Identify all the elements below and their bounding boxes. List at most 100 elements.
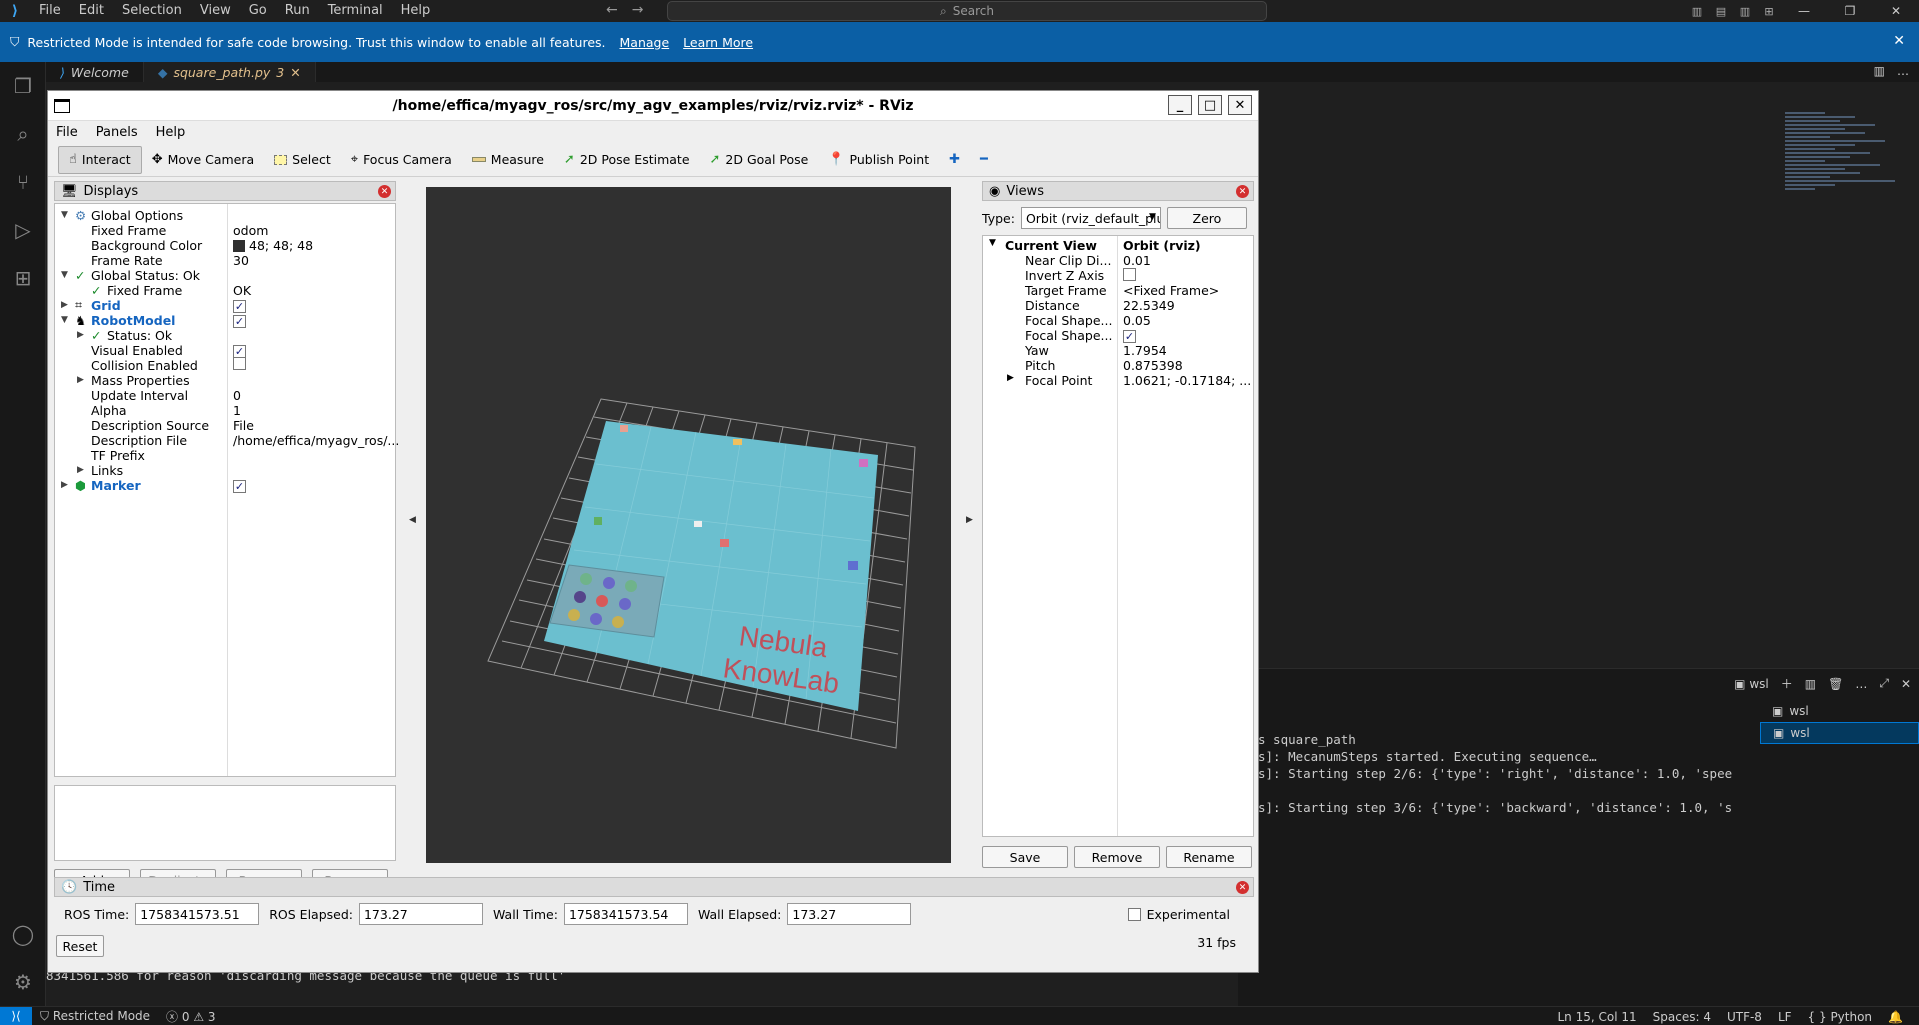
- minimap[interactable]: [1785, 110, 1905, 350]
- ros-elapsed-field[interactable]: 173.27: [358, 903, 483, 925]
- collapse-arrow-icon[interactable]: ▼: [989, 238, 996, 248]
- tree-row-marker[interactable]: ▶ ⬢ Marker ✓: [55, 476, 395, 494]
- encoding[interactable]: UTF-8: [1719, 1010, 1770, 1024]
- add-tool-button[interactable]: ✚: [939, 146, 970, 174]
- toggle-panel-icon[interactable]: ▤: [1709, 5, 1733, 18]
- rviz-titlebar[interactable]: /home/effica/myagv_ros/src/my_agv_exampl…: [48, 91, 1258, 121]
- tree-row-target-frame[interactable]: Target Frame <Fixed Frame>: [983, 283, 1253, 298]
- tree-row-pitch[interactable]: Pitch 0.875398: [983, 358, 1253, 373]
- tree-value[interactable]: 1.7954: [1123, 343, 1167, 358]
- search-icon[interactable]: ⌕: [0, 110, 46, 158]
- expand-arrow-icon[interactable]: ▶: [1007, 373, 1014, 383]
- tree-value[interactable]: 0.01: [1123, 253, 1151, 268]
- collapse-left-panel-icon[interactable]: ◀: [409, 515, 416, 525]
- forward-arrow-icon[interactable]: →: [632, 2, 644, 18]
- rviz-menu-help[interactable]: Help: [156, 125, 186, 140]
- source-control-icon[interactable]: ⑂: [0, 158, 46, 206]
- wall-elapsed-field[interactable]: 173.27: [787, 903, 912, 925]
- remove-tool-button[interactable]: ━: [970, 146, 998, 174]
- notifications-icon[interactable]: 🔔: [1880, 1010, 1911, 1024]
- close-icon[interactable]: ✕: [1228, 95, 1252, 115]
- minimize-icon[interactable]: _: [1168, 95, 1192, 115]
- terminal-session[interactable]: ▣ wsl: [1760, 722, 1919, 744]
- terminal-tab[interactable]: ▣ wsl: [1734, 677, 1769, 691]
- menu-help[interactable]: Help: [392, 0, 440, 22]
- tree-value[interactable]: 0.875398: [1123, 358, 1183, 373]
- cursor-position[interactable]: Ln 15, Col 11: [1549, 1010, 1644, 1024]
- expand-arrow-icon[interactable]: ▶: [77, 330, 84, 340]
- remove-view-button[interactable]: Remove: [1074, 846, 1160, 868]
- toggle-primary-sidebar-icon[interactable]: ▥: [1685, 5, 1709, 18]
- maximize-panel-icon[interactable]: ⤢: [1879, 676, 1889, 691]
- tool-move-camera[interactable]: ✥ Move Camera: [142, 146, 264, 174]
- close-icon[interactable]: ✕: [378, 185, 391, 198]
- indentation[interactable]: Spaces: 4: [1645, 1010, 1719, 1024]
- maximize-icon[interactable]: □: [1198, 95, 1222, 115]
- collapse-right-panel-icon[interactable]: ▶: [966, 515, 973, 525]
- more-actions-icon[interactable]: …: [1855, 677, 1867, 691]
- ros-time-field[interactable]: 1758341573.51: [135, 903, 260, 925]
- tree-value[interactable]: 1.0621; -0.17184; ...: [1123, 373, 1251, 388]
- menu-edit[interactable]: Edit: [70, 0, 113, 22]
- experimental-checkbox[interactable]: [1127, 908, 1141, 921]
- expand-arrow-icon[interactable]: ▶: [61, 300, 68, 310]
- tab-welcome[interactable]: ⟩ Welcome: [46, 62, 144, 82]
- invert-z-checkbox[interactable]: [1123, 268, 1136, 284]
- tool-publish-point[interactable]: 📍 Publish Point: [818, 146, 939, 174]
- tree-row-focal-shape-fixed[interactable]: Focal Shape... ✓: [983, 328, 1253, 343]
- menu-terminal[interactable]: Terminal: [319, 0, 392, 22]
- experimental-toggle[interactable]: Experimental: [1127, 907, 1230, 922]
- problems-status[interactable]: ⓧ 0 ⚠ 3: [158, 1008, 224, 1025]
- tree-row-invert-z[interactable]: Invert Z Axis: [983, 268, 1253, 283]
- close-icon[interactable]: ✕: [1236, 185, 1249, 198]
- new-terminal-icon[interactable]: ＋: [1781, 675, 1793, 692]
- rviz-menu-file[interactable]: File: [56, 125, 78, 140]
- tool-2d-pose-estimate[interactable]: ➚ 2D Pose Estimate: [554, 146, 700, 174]
- tree-row-near-clip[interactable]: Near Clip Di... 0.01: [983, 253, 1253, 268]
- menu-file[interactable]: File: [30, 0, 70, 22]
- run-debug-icon[interactable]: ▷: [0, 206, 46, 254]
- expand-arrow-icon[interactable]: ▶: [61, 480, 68, 490]
- tool-2d-goal-pose[interactable]: ➚ 2D Goal Pose: [700, 146, 819, 174]
- tree-row-focal-point[interactable]: ▶ Focal Point 1.0621; -0.17184; ...: [983, 373, 1253, 388]
- menu-run[interactable]: Run: [276, 0, 319, 22]
- kill-terminal-icon[interactable]: 🗑: [1828, 677, 1843, 691]
- remote-indicator-icon[interactable]: ⟩⟨: [0, 1006, 32, 1025]
- tree-value[interactable]: 0.05: [1123, 313, 1151, 328]
- close-icon[interactable]: ✕: [1893, 33, 1905, 49]
- collapse-arrow-icon[interactable]: ▼: [61, 210, 68, 220]
- save-view-button[interactable]: Save: [982, 846, 1068, 868]
- tree-row-yaw[interactable]: Yaw 1.7954: [983, 343, 1253, 358]
- tree-value[interactable]: 22.5349: [1123, 298, 1175, 313]
- command-center-search[interactable]: ⌕ Search: [667, 1, 1267, 21]
- more-actions-icon[interactable]: …: [1897, 64, 1909, 78]
- close-icon[interactable]: ✕: [1901, 677, 1911, 691]
- account-icon[interactable]: ◯: [0, 910, 46, 958]
- close-icon[interactable]: ✕: [290, 65, 300, 80]
- menu-go[interactable]: Go: [240, 0, 276, 22]
- focal-shape-checkbox[interactable]: ✓: [1123, 328, 1136, 343]
- collapse-arrow-icon[interactable]: ▼: [61, 315, 68, 325]
- enable-checkbox[interactable]: ✓: [233, 478, 246, 493]
- close-window-icon[interactable]: ✕: [1873, 4, 1919, 18]
- restore-icon[interactable]: ❐: [1827, 4, 1873, 18]
- tree-row-focal-shape-size[interactable]: Focal Shape... 0.05: [983, 313, 1253, 328]
- split-editor-icon[interactable]: ▥: [1874, 64, 1885, 78]
- tool-focus-camera[interactable]: ⌖ Focus Camera: [341, 146, 462, 174]
- collapse-arrow-icon[interactable]: ▼: [61, 270, 68, 280]
- 3d-viewport[interactable]: Nebula KnowLab: [426, 187, 951, 863]
- customize-layout-icon[interactable]: ⊞: [1757, 5, 1781, 18]
- tab-square-path[interactable]: ◆ square_path.py 3 ✕: [143, 62, 316, 82]
- tool-measure[interactable]: Measure: [462, 146, 554, 174]
- expand-arrow-icon[interactable]: ▶: [77, 375, 84, 385]
- tree-row-distance[interactable]: Distance 22.5349: [983, 298, 1253, 313]
- manage-link[interactable]: Manage: [620, 35, 670, 50]
- split-terminal-icon[interactable]: ▥: [1805, 677, 1816, 691]
- menu-view[interactable]: View: [191, 0, 240, 22]
- minimize-icon[interactable]: —: [1781, 4, 1827, 18]
- tree-row-current-view[interactable]: ▼ Current View Orbit (rviz): [983, 238, 1253, 253]
- tool-interact[interactable]: ☝ Interact: [58, 145, 142, 174]
- wall-time-field[interactable]: 1758341573.54: [563, 903, 688, 925]
- expand-arrow-icon[interactable]: ▶: [77, 465, 84, 475]
- menu-selection[interactable]: Selection: [113, 0, 191, 22]
